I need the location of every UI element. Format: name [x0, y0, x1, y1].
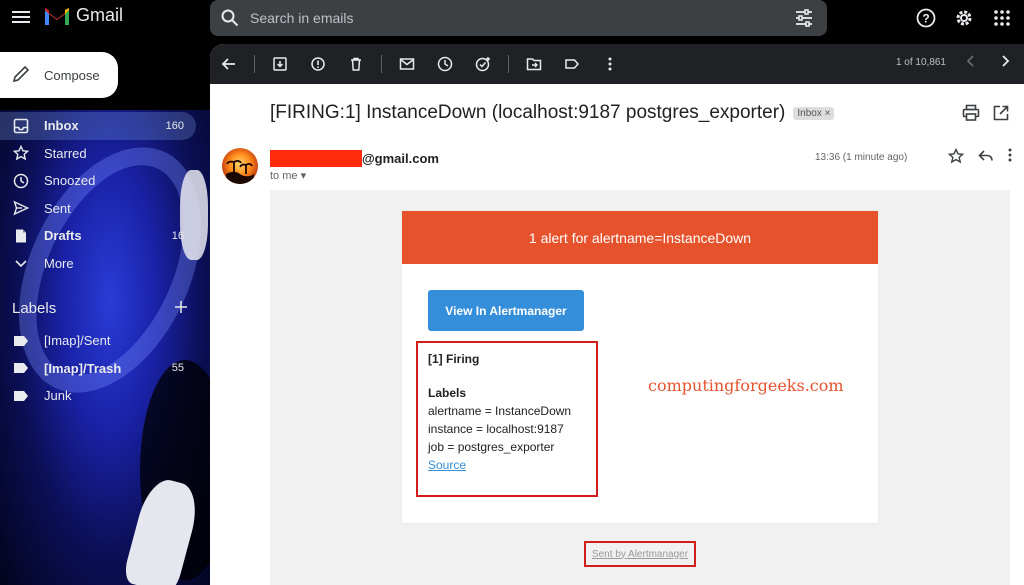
email-timestamp: 13:36 (1 minute ago): [815, 152, 908, 163]
gmail-logo[interactable]: Gmail: [44, 5, 123, 26]
label-line: alertname = InstanceDown: [428, 404, 572, 418]
drafts-count: 16: [171, 229, 184, 242]
sidebar-item-drafts[interactable]: Drafts 16: [0, 222, 196, 250]
sidebar-item-starred[interactable]: Starred: [0, 140, 196, 168]
sender-domain: @gmail.com: [362, 151, 439, 166]
sender-address[interactable]: @gmail.com: [270, 150, 439, 167]
email-toolbar: 1 of 10,861: [210, 44, 1024, 84]
label-list: [Imap]/Sent [Imap]/Trash 55 Junk: [0, 327, 196, 410]
label-icon: [12, 332, 30, 350]
star-icon: [12, 144, 30, 162]
print-icon[interactable]: [962, 104, 980, 127]
pagination-text: 1 of 10,861: [895, 57, 946, 68]
clock-icon: [12, 172, 30, 190]
chip-text: Inbox: [797, 107, 822, 119]
pencil-icon: [12, 65, 30, 86]
compose-label: Compose: [44, 67, 100, 83]
delete-icon[interactable]: [337, 44, 375, 84]
svg-text:?: ?: [922, 12, 929, 26]
add-label-icon[interactable]: [174, 300, 188, 318]
trash-count: 55: [171, 362, 184, 375]
sidebar-item-label: More: [44, 255, 74, 271]
star-icon[interactable]: [947, 147, 965, 169]
report-spam-icon[interactable]: [299, 44, 337, 84]
alert-header: 1 alert for alertname=InstanceDown: [402, 211, 878, 264]
more-options-icon[interactable]: [591, 44, 629, 84]
email-subject: [FIRING:1] InstanceDown (localhost:9187 …: [270, 102, 835, 124]
send-icon: [12, 199, 30, 217]
label-item-imap-trash[interactable]: [Imap]/Trash 55: [0, 355, 196, 383]
archive-icon[interactable]: [261, 44, 299, 84]
watermark-text: computingforgeeks.com: [648, 376, 844, 395]
apps-grid-icon[interactable]: [990, 6, 1014, 30]
sidebar-item-label: Snoozed: [44, 173, 96, 189]
labels-header: Labels: [12, 300, 188, 318]
reply-icon[interactable]: [978, 148, 994, 169]
gmail-m-icon: [45, 7, 69, 25]
caret-down-icon: ▾: [300, 170, 307, 182]
sidebar-item-sent[interactable]: Sent: [0, 195, 196, 223]
label-icon: [12, 359, 30, 377]
open-in-new-window-icon[interactable]: [992, 104, 1010, 127]
search-icon[interactable]: [210, 0, 250, 36]
inbox-icon: [12, 117, 30, 135]
search-options-icon[interactable]: [795, 9, 813, 32]
search-input[interactable]: Search in emails: [250, 10, 354, 26]
label-item-label: [Imap]/Trash: [44, 360, 122, 376]
chevron-right-icon[interactable]: [998, 54, 1012, 73]
label-icon: [12, 387, 30, 405]
labels-heading: Labels: [12, 300, 57, 317]
firing-heading: [1] Firing: [428, 352, 480, 366]
to-text: to me: [270, 170, 298, 182]
inbox-count: 160: [165, 119, 184, 132]
help-icon[interactable]: ?: [914, 6, 938, 30]
main-menu-icon[interactable]: [12, 8, 30, 26]
more-vert-icon[interactable]: [1008, 148, 1012, 169]
sidebar-nav: Inbox 160 Starred Snoozed Sent Drafts 16…: [0, 112, 196, 277]
sidebar-item-label: Inbox: [44, 118, 79, 134]
inbox-label-chip[interactable]: Inbox ×: [793, 106, 835, 120]
compose-button[interactable]: Compose: [0, 52, 118, 98]
label-item-junk[interactable]: Junk: [0, 382, 196, 410]
move-to-icon[interactable]: [515, 44, 553, 84]
chevron-left-icon[interactable]: [964, 54, 978, 73]
mark-unread-icon[interactable]: [388, 44, 426, 84]
settings-gear-icon[interactable]: [952, 6, 976, 30]
label-line: instance = localhost:9187: [428, 422, 564, 436]
email-body: 1 alert for alertname=InstanceDown View …: [270, 190, 1010, 585]
sidebar-item-label: Starred: [44, 145, 87, 161]
search-bar[interactable]: Search in emails: [210, 0, 827, 36]
sidebar-item-label: Sent: [44, 200, 71, 216]
redacted-sender-name: [270, 150, 362, 167]
subject-text: [FIRING:1] InstanceDown (localhost:9187 …: [270, 102, 786, 123]
sidebar-item-label: Drafts: [44, 228, 82, 244]
label-line: job = postgres_exporter: [428, 440, 555, 454]
label-item-label: Junk: [44, 388, 72, 404]
alert-details-box: [1] Firing Labels alertname = InstanceDo…: [416, 341, 598, 497]
top-bar: Gmail Search in emails ?: [0, 0, 1024, 38]
alert-card: 1 alert for alertname=InstanceDown View …: [402, 211, 878, 523]
recipient-details[interactable]: to me ▾: [270, 169, 306, 182]
sent-by-alertmanager-link[interactable]: Sent by Alertmanager: [584, 541, 696, 567]
label-item-label: [Imap]/Sent: [44, 333, 111, 349]
email-view: 1 of 10,861 [FIRING:1] InstanceDown (loc…: [210, 44, 1024, 585]
view-in-alertmanager-button[interactable]: View In Alertmanager: [428, 290, 584, 331]
sidebar-item-more[interactable]: More: [0, 250, 196, 278]
app-name: Gmail: [76, 5, 124, 25]
chevron-down-icon: [12, 254, 30, 272]
add-to-tasks-icon[interactable]: [464, 44, 502, 84]
back-arrow-icon[interactable]: [210, 44, 248, 84]
sender-avatar[interactable]: [222, 148, 258, 184]
label-as-icon[interactable]: [553, 44, 591, 84]
draft-icon: [12, 227, 30, 245]
labels-heading: Labels: [428, 386, 467, 400]
snooze-icon[interactable]: [426, 44, 464, 84]
label-item-imap-sent[interactable]: [Imap]/Sent: [0, 327, 196, 355]
sidebar-item-inbox[interactable]: Inbox 160: [0, 112, 196, 140]
sidebar-item-snoozed[interactable]: Snoozed: [0, 167, 196, 195]
source-link[interactable]: Source: [428, 458, 586, 472]
